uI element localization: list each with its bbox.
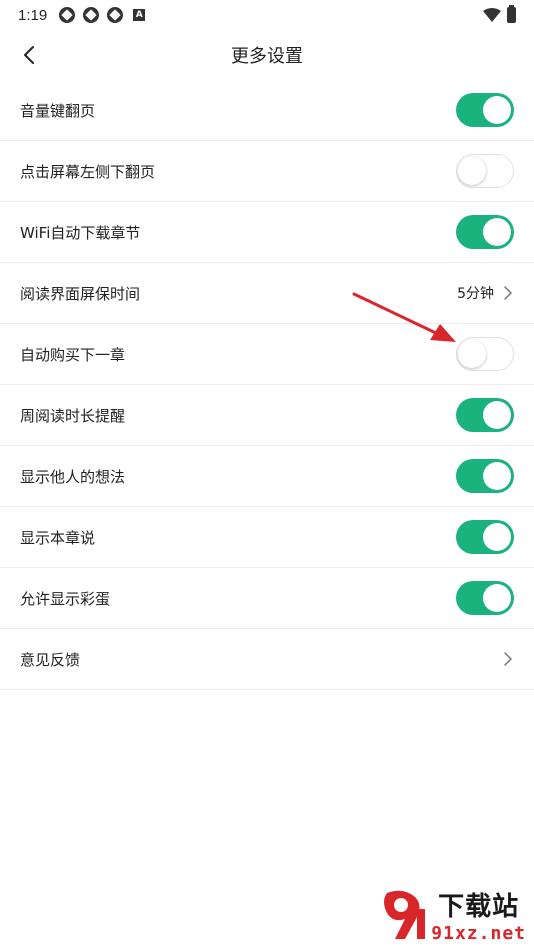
annotation-arrow-icon — [352, 292, 456, 342]
setting-label: 允许显示彩蛋 — [20, 589, 111, 608]
setting-label: 自动购买下一章 — [20, 345, 126, 364]
toggle-knob — [483, 218, 511, 246]
app-header: 更多设置 — [0, 30, 534, 80]
setting-label: 音量键翻页 — [20, 101, 96, 120]
toggle-knob — [483, 462, 511, 490]
setting-row-feedback[interactable]: 意见反馈 — [0, 629, 534, 690]
back-button[interactable] — [12, 38, 46, 72]
settings-list: 音量键翻页 点击屏幕左侧下翻页 WiFi自动下载章节 阅读界面屏保时间 5分钟 … — [0, 80, 534, 690]
status-right-group — [483, 5, 516, 23]
toggle-knob — [483, 584, 511, 612]
auto-buy-next-chapter-toggle[interactable] — [456, 337, 514, 371]
page-title: 更多设置 — [231, 46, 303, 67]
setting-row-tap-left-next-page: 点击屏幕左侧下翻页 — [0, 141, 534, 202]
watermark-text: 下载站 91xz.net — [431, 886, 526, 944]
setting-label: WiFi自动下载章节 — [20, 223, 141, 242]
toggle-knob — [483, 96, 511, 124]
app-notification-icon — [83, 7, 100, 23]
toggle-knob — [458, 339, 486, 368]
status-bar: 1:19 A — [0, 0, 534, 30]
toggle-knob — [458, 156, 486, 185]
app-notification-icon — [107, 7, 124, 23]
setting-row-volume-key-page-turn: 音量键翻页 — [0, 80, 534, 141]
screensaver-time-value: 5分钟 — [457, 286, 494, 302]
watermark-logo-icon — [384, 890, 426, 939]
setting-row-show-chapter-comments: 显示本章说 — [0, 507, 534, 568]
chevron-right-icon — [504, 286, 512, 300]
weekly-reading-reminder-toggle[interactable] — [456, 398, 514, 432]
wifi-icon — [483, 8, 501, 22]
a-icon: A — [133, 9, 146, 21]
setting-row-weekly-reading-reminder: 周阅读时长提醒 — [0, 385, 534, 446]
setting-label: 显示本章说 — [20, 528, 96, 547]
chevron-left-icon — [24, 46, 34, 64]
setting-label: 点击屏幕左侧下翻页 — [20, 162, 156, 181]
setting-label: 周阅读时长提醒 — [20, 406, 126, 425]
setting-row-allow-easter-eggs: 允许显示彩蛋 — [0, 568, 534, 629]
tap-left-next-page-toggle[interactable] — [456, 154, 514, 188]
app-notification-icon — [59, 7, 76, 23]
setting-label: 阅读界面屏保时间 — [20, 284, 141, 303]
setting-label: 显示他人的想法 — [20, 467, 126, 486]
chevron-right-icon — [504, 652, 512, 666]
show-others-thoughts-toggle[interactable] — [456, 459, 514, 493]
volume-key-page-turn-toggle[interactable] — [456, 93, 514, 127]
watermark-title: 下载站 — [438, 892, 520, 922]
watermark-url: 91xz.net — [431, 923, 526, 944]
toggle-knob — [483, 523, 511, 551]
setting-label: 意见反馈 — [20, 650, 81, 669]
status-time: 1:19 — [18, 6, 48, 24]
show-chapter-comments-toggle[interactable] — [456, 520, 514, 554]
setting-row-wifi-auto-download: WiFi自动下载章节 — [0, 202, 534, 263]
wifi-auto-download-toggle[interactable] — [456, 215, 514, 249]
battery-charging-icon — [507, 5, 516, 23]
allow-easter-eggs-toggle[interactable] — [456, 581, 514, 615]
setting-row-show-others-thoughts: 显示他人的想法 — [0, 446, 534, 507]
watermark: 下载站 91xz.net — [377, 886, 526, 944]
toggle-knob — [483, 401, 511, 429]
